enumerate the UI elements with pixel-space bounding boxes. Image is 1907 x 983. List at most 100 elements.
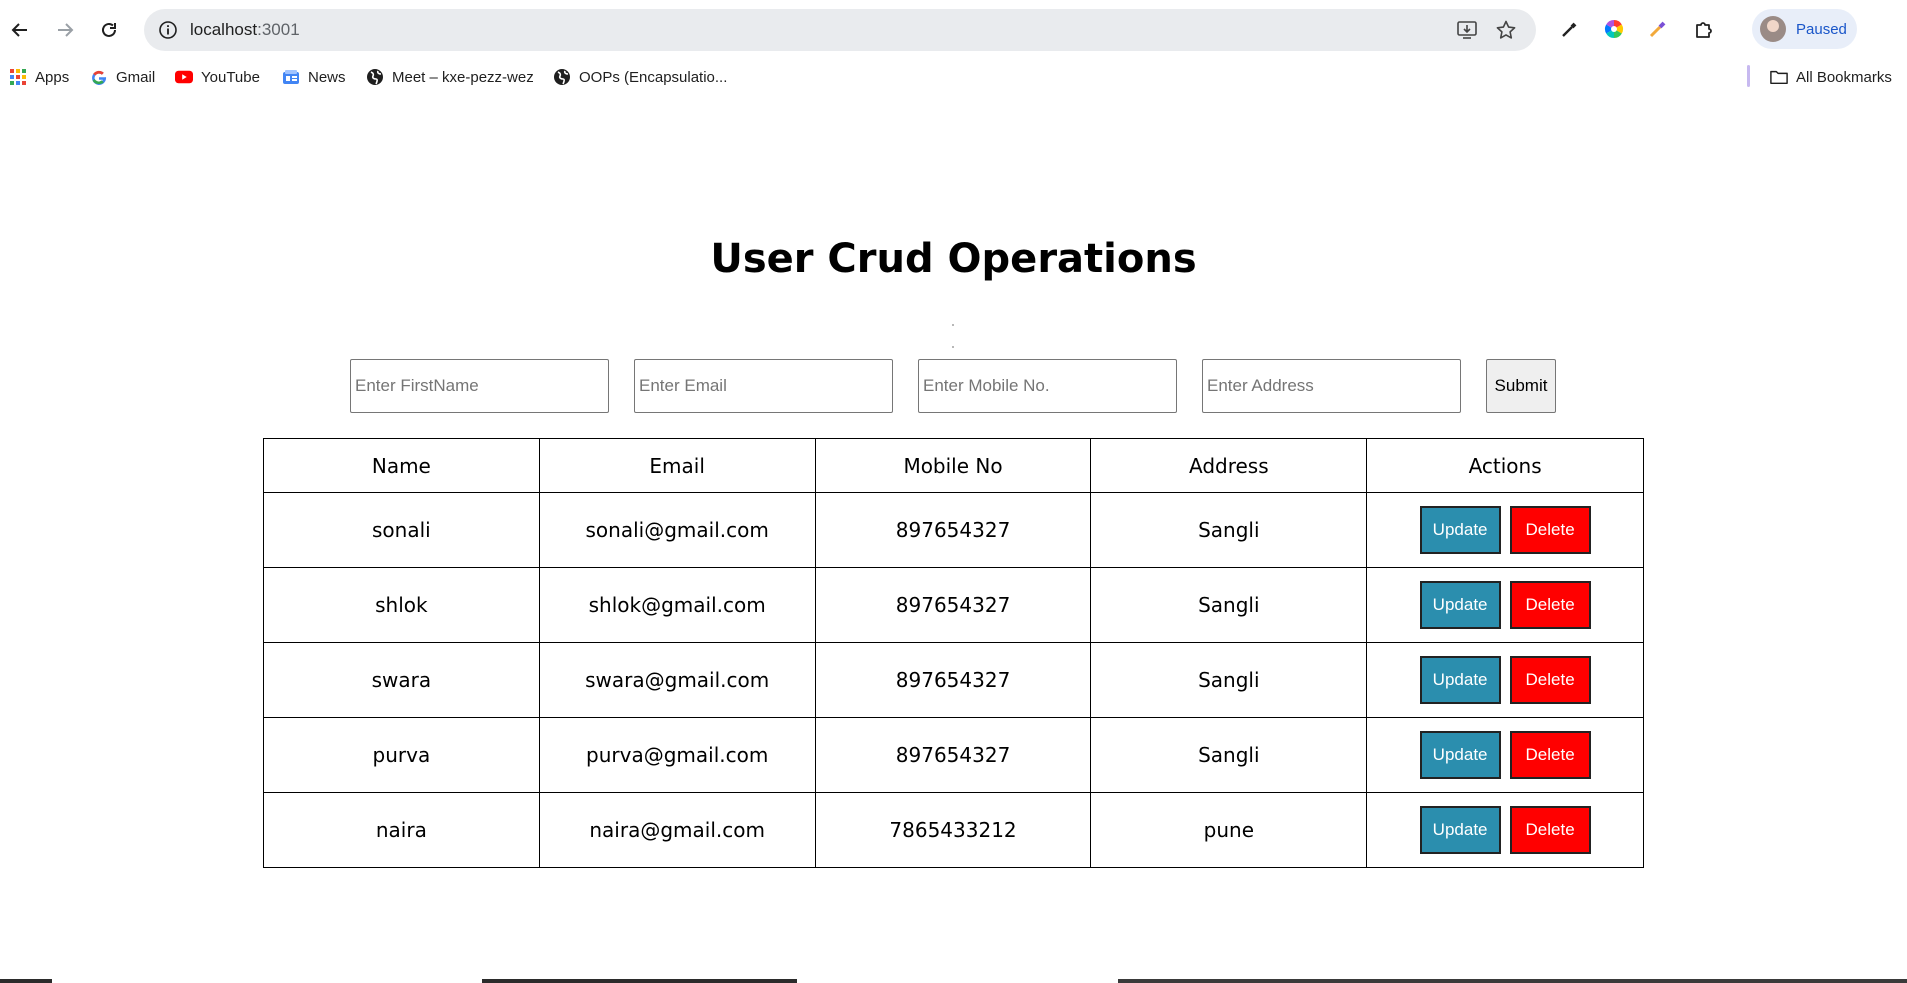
update-button[interactable]: Update	[1419, 656, 1501, 704]
reload-button[interactable]	[91, 12, 127, 48]
delete-button[interactable]: Delete	[1509, 806, 1591, 854]
cell-address: Sangli	[1090, 492, 1368, 568]
bookmark-label: All Bookmarks	[1796, 68, 1892, 86]
reload-icon	[102, 22, 116, 37]
cell-actions: Update Delete	[1366, 567, 1644, 643]
table-row: naira naira@gmail.com 7865433212 pune Up…	[263, 792, 1644, 868]
avatar	[1760, 16, 1786, 42]
bookmark-news[interactable]: News	[282, 66, 346, 88]
extensions-puzzle-icon[interactable]	[1689, 14, 1719, 44]
bookmark-label: Meet – kxe-pezz-wez	[392, 68, 534, 86]
column-header-mobile: Mobile No	[814, 438, 1092, 493]
bookmark-youtube[interactable]: YouTube	[175, 66, 260, 88]
bookmark-label: Gmail	[116, 68, 156, 86]
url-port: :3001	[257, 20, 300, 39]
all-bookmarks-button[interactable]: All Bookmarks	[1770, 66, 1892, 88]
bookmarks-bar: Apps Gmail YouTube News Meet – kxe-pezz-…	[0, 60, 1907, 94]
cell-actions: Update Delete	[1366, 792, 1644, 868]
news-icon	[282, 68, 300, 86]
cell-actions: Update Delete	[1366, 492, 1644, 568]
update-button[interactable]: Update	[1419, 731, 1501, 779]
bookmark-meet[interactable]: Meet – kxe-pezz-wez	[366, 66, 534, 88]
install-app-icon[interactable]	[1455, 18, 1479, 42]
cell-mobile: 897654327	[814, 717, 1092, 793]
update-button[interactable]: Update	[1419, 506, 1501, 554]
taskbar-edge	[0, 979, 1907, 983]
cell-actions: Update Delete	[1366, 642, 1644, 718]
delete-button[interactable]: Delete	[1509, 656, 1591, 704]
bookmark-label: Apps	[35, 68, 70, 86]
url-host: localhost	[190, 20, 258, 39]
cell-email: naira@gmail.com	[538, 792, 816, 868]
update-button[interactable]: Update	[1419, 806, 1501, 854]
color-wheel-extension-icon[interactable]	[1599, 14, 1629, 44]
url-text[interactable]: localhost:3001	[190, 20, 300, 40]
bookmark-label: OOPs (Encapsulatio...	[579, 68, 728, 86]
cell-name: purva	[263, 717, 540, 793]
forward-button[interactable]	[47, 12, 83, 48]
table-row: sonali sonali@gmail.com 897654327 Sangli…	[263, 492, 1644, 568]
apps-grid-icon	[9, 68, 27, 86]
delete-button[interactable]: Delete	[1509, 731, 1591, 779]
eyedropper-extension-icon[interactable]	[1555, 14, 1585, 44]
page-title: User Crud Operations	[710, 236, 1197, 282]
bookmarks-divider	[1747, 65, 1750, 87]
column-header-name: Name	[263, 438, 540, 493]
back-button[interactable]	[2, 12, 38, 48]
cell-mobile: 897654327	[814, 567, 1092, 643]
cell-name: naira	[263, 792, 540, 868]
bookmark-apps[interactable]: Apps	[9, 66, 69, 88]
cell-email: swara@gmail.com	[538, 642, 816, 718]
submit-button[interactable]: Submit	[1486, 359, 1556, 413]
cell-name: shlok	[263, 567, 540, 643]
cell-mobile: 7865433212	[814, 792, 1092, 868]
table-row: shlok shlok@gmail.com 897654327 Sangli U…	[263, 567, 1644, 643]
cell-address: Sangli	[1090, 567, 1368, 643]
table-header-row: Name Email Mobile No Address Actions	[263, 438, 1644, 493]
column-header-address: Address	[1090, 438, 1368, 493]
divider-dot	[952, 346, 954, 348]
cell-name: swara	[263, 642, 540, 718]
column-header-actions: Actions	[1366, 438, 1644, 493]
address-input[interactable]	[1202, 359, 1461, 413]
users-table: Name Email Mobile No Address Actions son…	[263, 438, 1644, 868]
forward-arrow-icon	[58, 23, 74, 37]
cell-actions: Update Delete	[1366, 717, 1644, 793]
profile-button[interactable]: Paused	[1752, 9, 1857, 49]
bookmark-star-icon[interactable]	[1494, 18, 1518, 42]
column-header-email: Email	[538, 438, 816, 493]
mobile-input[interactable]	[918, 359, 1177, 413]
bookmark-label: News	[308, 68, 346, 86]
bookmark-gmail[interactable]: Gmail	[90, 66, 155, 88]
cell-email: shlok@gmail.com	[538, 567, 816, 643]
address-bar[interactable]: localhost:3001	[144, 9, 1536, 51]
cell-mobile: 897654327	[814, 642, 1092, 718]
cell-address: Sangli	[1090, 642, 1368, 718]
cell-email: sonali@gmail.com	[538, 492, 816, 568]
google-icon	[90, 68, 108, 86]
table-row: purva purva@gmail.com 897654327 Sangli U…	[263, 717, 1644, 793]
cell-mobile: 897654327	[814, 492, 1092, 568]
delete-button[interactable]: Delete	[1509, 506, 1591, 554]
table-row: swara swara@gmail.com 897654327 Sangli U…	[263, 642, 1644, 718]
bookmark-label: YouTube	[201, 68, 260, 86]
browser-toolbar: localhost:3001 Paused	[0, 0, 1907, 60]
profile-label: Paused	[1796, 20, 1847, 38]
firstname-input[interactable]	[350, 359, 609, 413]
update-button[interactable]: Update	[1419, 581, 1501, 629]
color-picker-extension-icon[interactable]	[1643, 14, 1673, 44]
delete-button[interactable]: Delete	[1509, 581, 1591, 629]
globe-icon	[553, 68, 571, 86]
divider-dot	[952, 324, 954, 326]
cell-email: purva@gmail.com	[538, 717, 816, 793]
youtube-icon	[175, 68, 193, 86]
folder-icon	[1770, 68, 1788, 86]
globe-icon	[366, 68, 384, 86]
back-arrow-icon	[11, 23, 27, 37]
cell-address: pune	[1090, 792, 1368, 868]
email-input[interactable]	[634, 359, 893, 413]
site-info-icon[interactable]	[156, 18, 180, 42]
bookmark-oops[interactable]: OOPs (Encapsulatio...	[553, 66, 727, 88]
cell-name: sonali	[263, 492, 540, 568]
cell-address: Sangli	[1090, 717, 1368, 793]
